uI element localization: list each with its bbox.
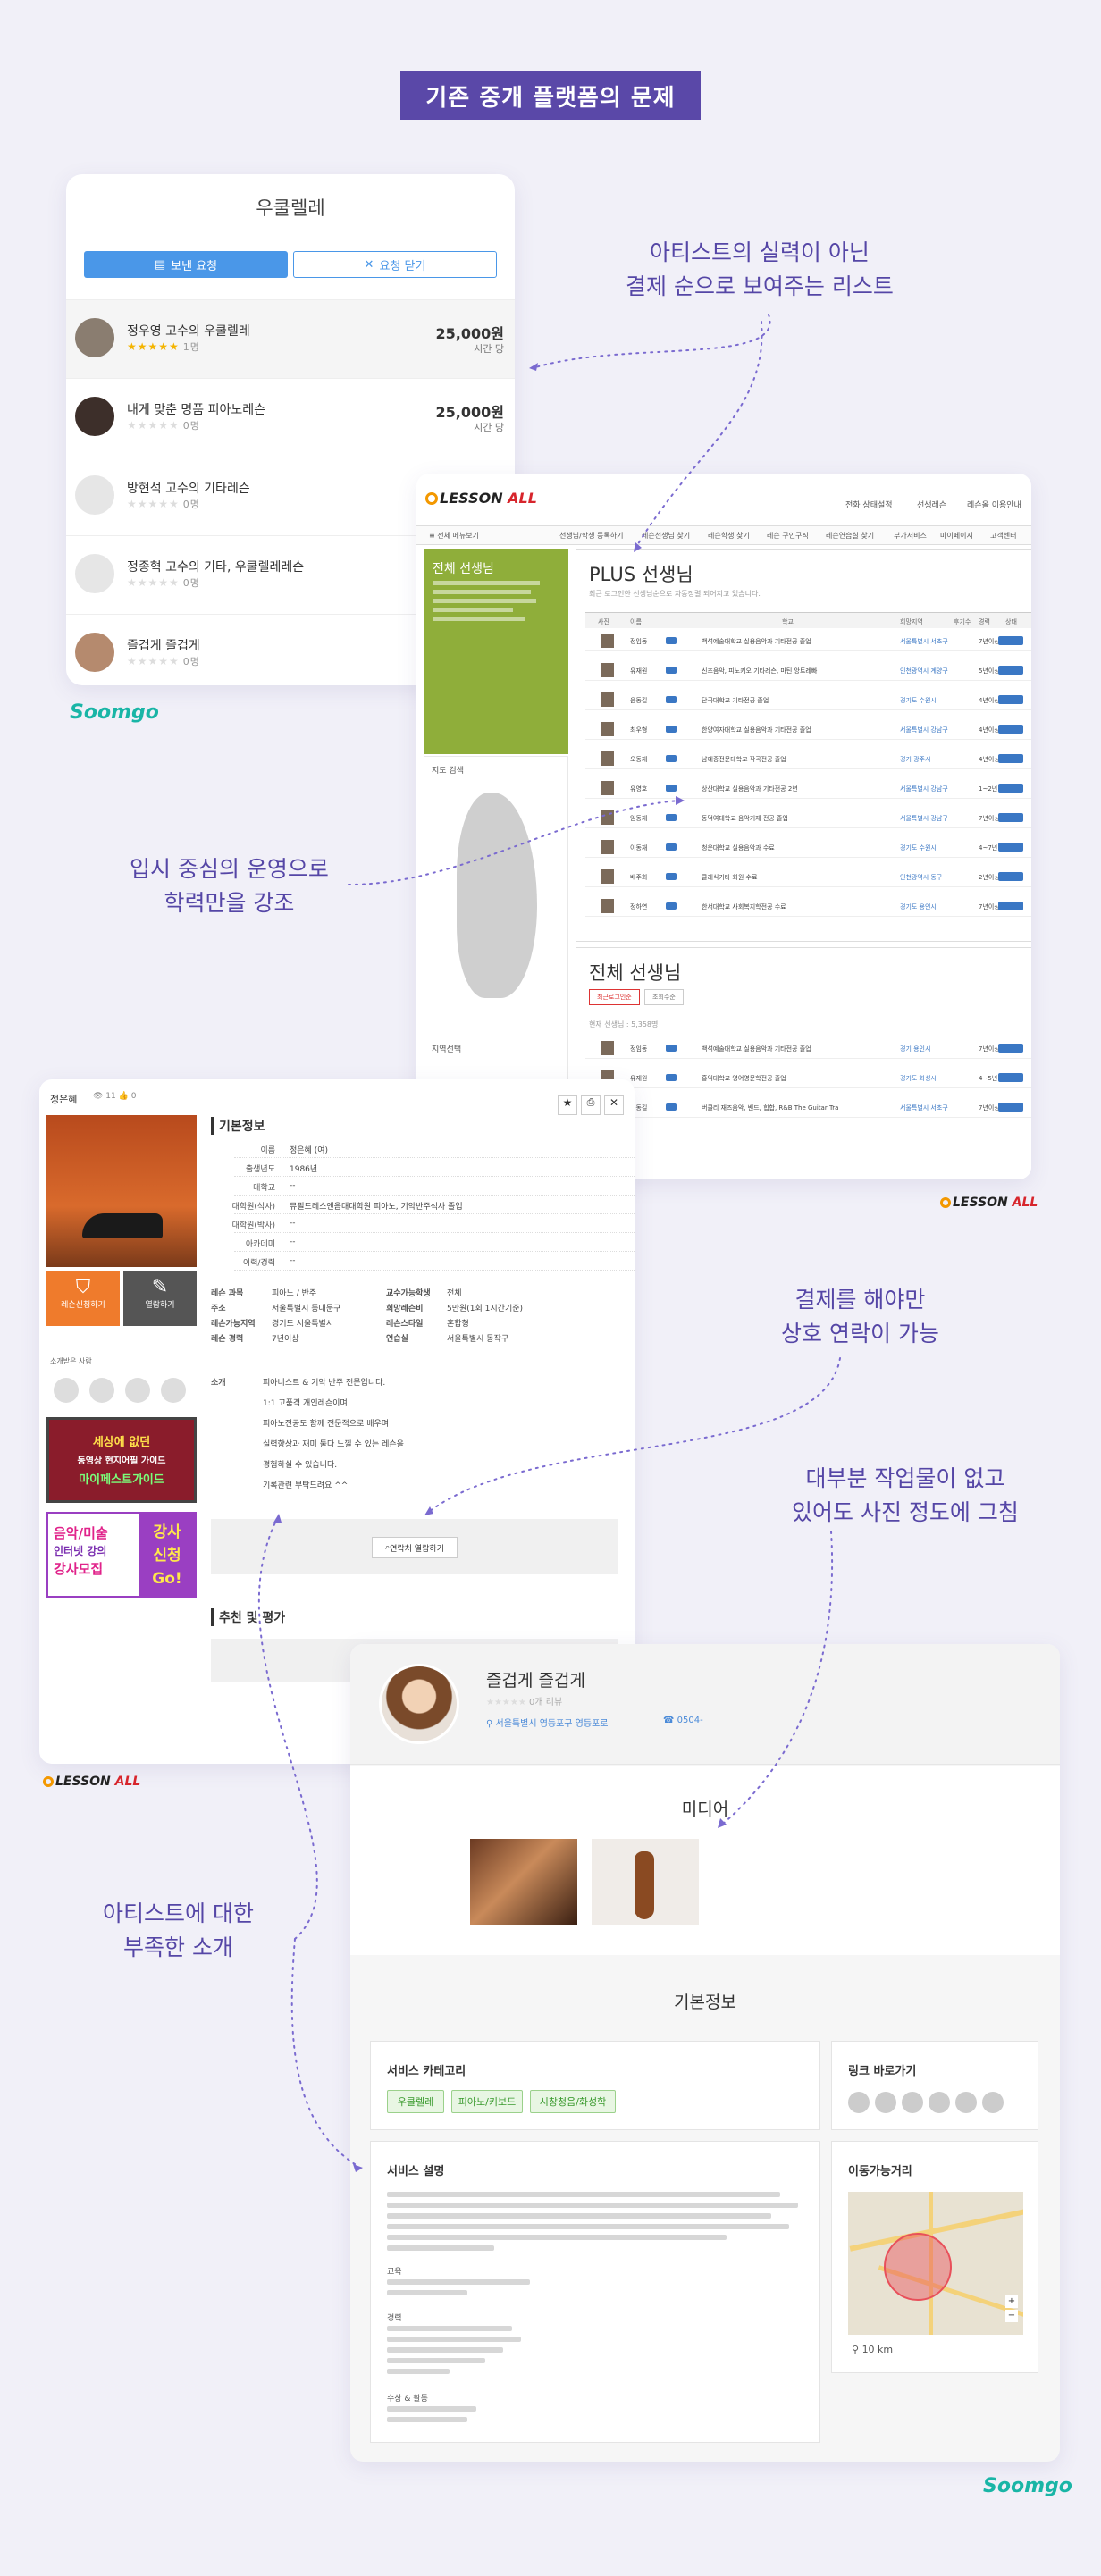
- annotation-connectors: [258, 314, 841, 2172]
